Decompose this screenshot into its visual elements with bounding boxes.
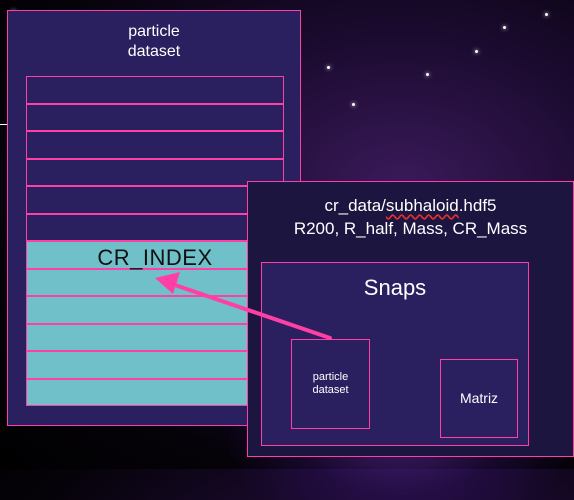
particle-dataset-title: particle dataset bbox=[7, 22, 301, 62]
table-row bbox=[26, 158, 284, 186]
matriz-label: Matriz bbox=[459, 390, 499, 406]
table-row-highlight bbox=[26, 351, 284, 379]
snaps-particle-line-1: particle bbox=[312, 371, 349, 383]
star bbox=[352, 103, 355, 106]
snaps-title: Snaps bbox=[363, 275, 427, 300]
star bbox=[426, 73, 429, 76]
file-name-underlined: subhaloid bbox=[385, 196, 459, 215]
table-row-highlight bbox=[26, 323, 284, 351]
star bbox=[545, 13, 548, 16]
table-row bbox=[26, 76, 284, 104]
table-row bbox=[26, 131, 284, 159]
file-prefix: cr_data/ bbox=[324, 196, 386, 215]
file-path-title: cr_data/subhaloid.hdf5 bbox=[247, 195, 574, 217]
table-row bbox=[26, 186, 284, 214]
star bbox=[327, 66, 330, 69]
title-line-1: particle bbox=[128, 23, 180, 40]
table-row bbox=[26, 103, 284, 131]
star bbox=[503, 26, 506, 29]
snaps-particle-dataset-label: particle dataset bbox=[291, 371, 370, 397]
title-line-2: dataset bbox=[127, 43, 181, 60]
file-fields-list: R200, R_half, Mass, CR_Mass bbox=[293, 219, 528, 238]
star bbox=[475, 50, 478, 53]
table-row-highlight bbox=[26, 268, 284, 296]
snaps-particle-line-2: dataset bbox=[312, 384, 349, 396]
file-suffix: .hdf5 bbox=[458, 196, 497, 215]
cr-index-label: CR_INDEX bbox=[97, 245, 213, 270]
table-row-highlight bbox=[26, 296, 284, 324]
table-row-highlight bbox=[26, 378, 284, 406]
table-row bbox=[26, 213, 284, 241]
